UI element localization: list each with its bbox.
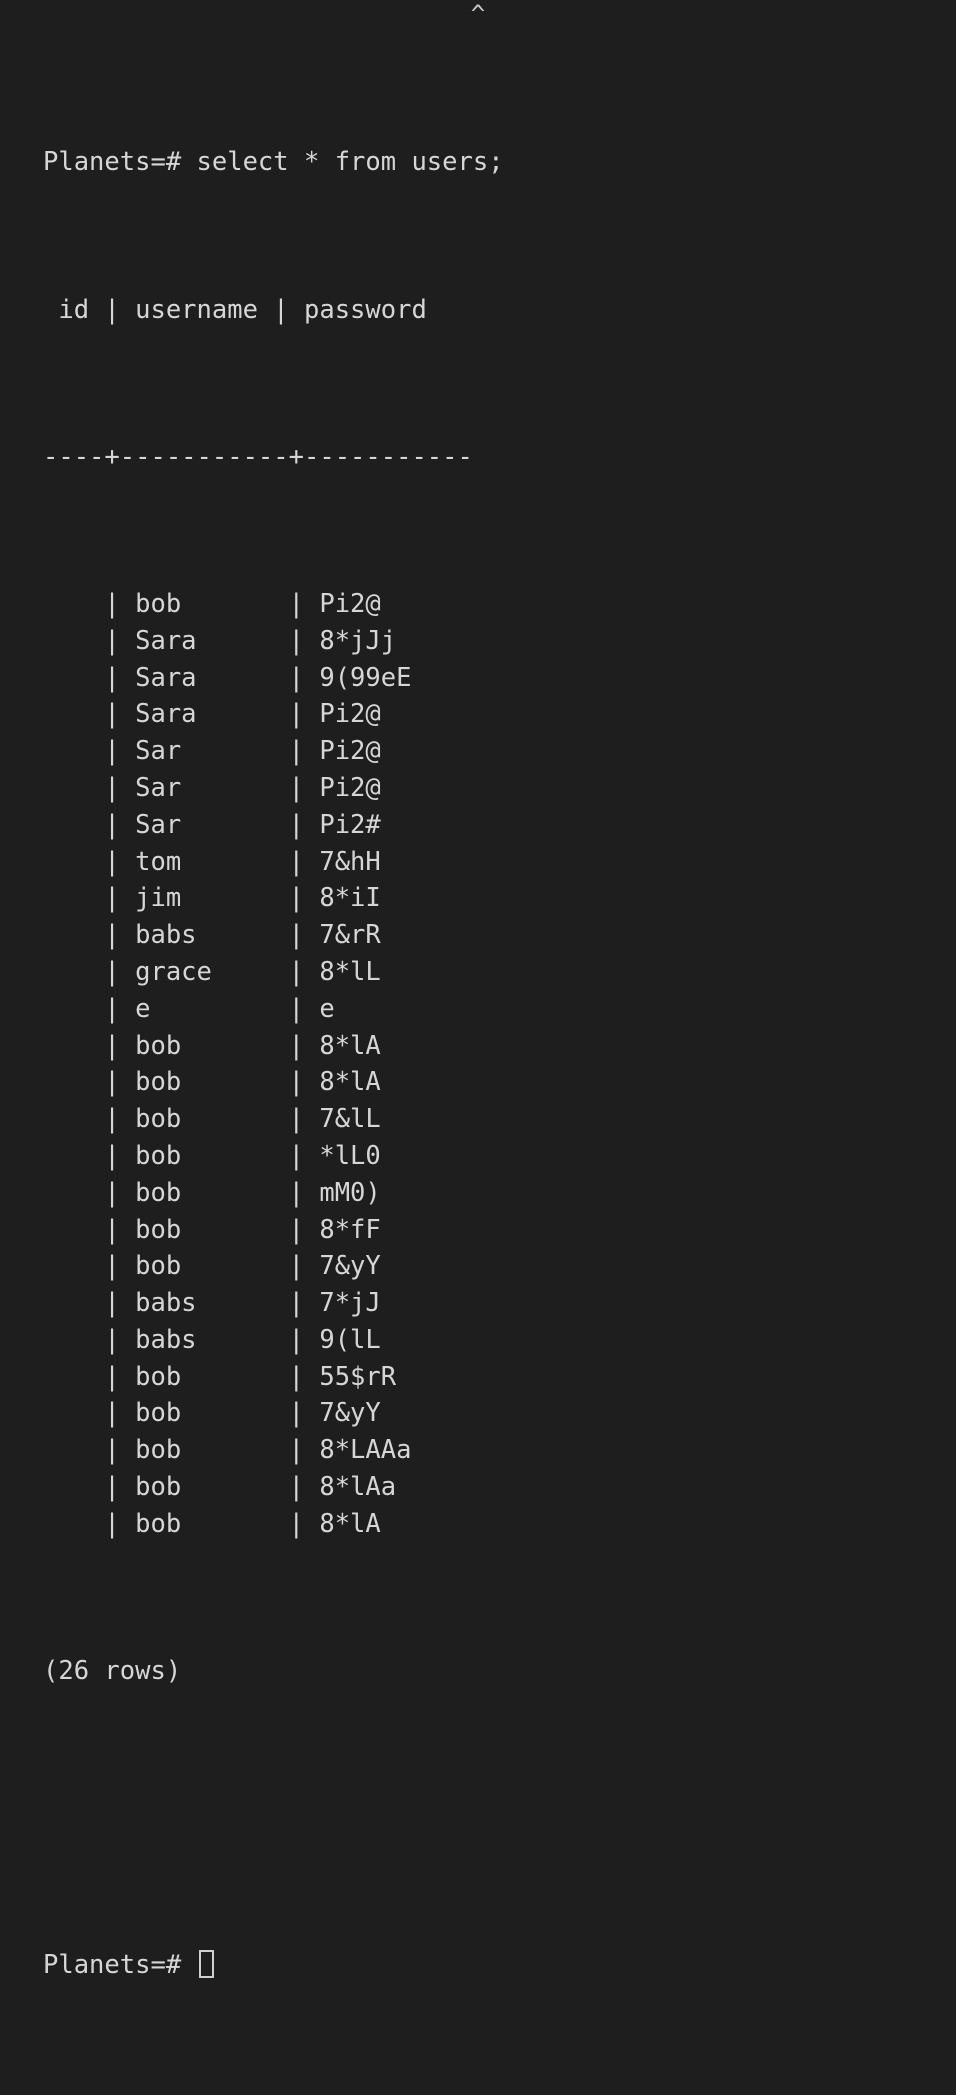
table-row: | bob | 8*lA <box>43 1067 381 1098</box>
command-line: Planets=# select * from users; <box>43 147 504 178</box>
table-row: | bob | 55$rR <box>43 1361 397 1392</box>
table-row: | bob | mM0) <box>43 1177 381 1208</box>
table-row: | bob | *lL0 <box>43 1140 381 1171</box>
table-row: | babs | 7*jJ <box>43 1288 381 1319</box>
row-count-label: (26 rows) <box>43 1656 182 1687</box>
table-body: | bob | Pi2@ | Sara | 8*jJj | Sara | 9(9… <box>43 586 504 1543</box>
table-row: | Sar | Pi2# <box>43 809 381 840</box>
table-row: | bob | 8*fF <box>43 1214 381 1245</box>
table-row: | Sara | 8*jJj <box>43 625 397 656</box>
table-row: | babs | 9(lL <box>43 1324 381 1355</box>
terminal-window[interactable]: ^ Planets=# select * from users; id | us… <box>0 0 956 1980</box>
table-header-row: id | username | password <box>43 294 427 325</box>
table-row: | bob | 7&lL <box>43 1104 381 1135</box>
table-row: | bob | 7&yY <box>43 1251 381 1282</box>
terminal-output-buffer: Planets=# select * from users; id | user… <box>43 34 504 2095</box>
chevron-up-icon[interactable]: ^ <box>0 2 956 26</box>
prompt-label: Planets=# <box>43 1950 197 1981</box>
text-cursor <box>198 1950 214 1979</box>
table-row: | bob | 7&yY <box>43 1398 381 1429</box>
table-row: | babs | 7&rR <box>43 920 381 951</box>
table-row: | Sara | 9(99eE <box>43 662 412 693</box>
table-row: | Sar | Pi2@ <box>43 736 381 767</box>
table-row: | e | e <box>43 993 335 1024</box>
scrollbar-track[interactable] <box>926 0 956 1276</box>
table-row: | Sara | Pi2@ <box>43 699 381 730</box>
table-row: | bob | 8*LAAa <box>43 1435 412 1466</box>
table-row: | bob | 8*lA <box>43 1030 381 1061</box>
table-row: | tom | 7&hH <box>43 846 381 877</box>
table-row: | jim | 8*iI <box>43 883 381 914</box>
table-row: | bob | 8*lAa <box>43 1472 397 1503</box>
table-row: | Sar | Pi2@ <box>43 772 381 803</box>
table-row: | bob | 8*lA <box>43 1508 381 1539</box>
table-row: | grace | 8*lL <box>43 956 381 987</box>
table-row: | bob | Pi2@ <box>43 588 381 619</box>
shell-prompt-line[interactable]: Planets=# <box>43 1947 504 1984</box>
table-separator: ----+-----------+----------- <box>43 441 473 472</box>
